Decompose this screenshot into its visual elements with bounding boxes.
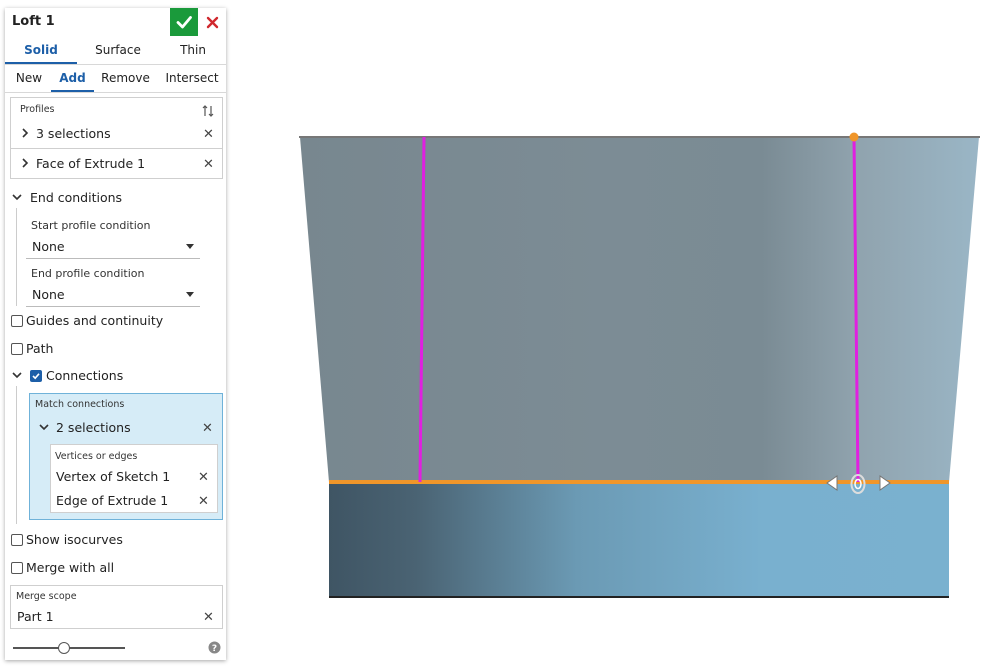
extrude-body[interactable] [329,482,949,597]
tab-add[interactable]: Add [51,66,94,92]
end-conditions-heading[interactable]: End conditions [30,190,122,205]
chevron-down-icon[interactable] [11,192,23,202]
svg-text:?: ? [212,644,217,654]
tab-thin[interactable]: Thin [159,38,227,64]
close-icon [206,16,218,28]
match-connections-label: Match connections [35,399,125,410]
section-indent-line [16,386,17,524]
tab-surface[interactable]: Surface [81,38,155,64]
show-isocurves-label: Show isocurves [26,532,123,547]
connection-selection-label: 2 selections [56,420,131,435]
3d-viewport[interactable] [230,0,994,669]
remove-profile-icon[interactable]: ✕ [203,128,214,141]
operation-type-tabs: New Add Remove Intersect [5,66,226,93]
confirm-button[interactable] [170,8,198,36]
connection-vertex[interactable] [849,132,859,142]
profiles-field[interactable]: Profiles 3 selections ✕ Face of Extrude … [10,97,223,179]
loft-preview-face[interactable] [300,137,979,482]
tab-new[interactable]: New [9,66,49,92]
chevron-down-icon[interactable] [38,422,50,432]
start-condition-label: Start profile condition [31,219,151,232]
match-connections-field[interactable]: Match connections 2 selections ✕ Vertice… [29,393,223,520]
end-condition-value: None [32,287,65,302]
profiles-label: Profiles [20,104,55,115]
checkmark-icon [32,373,40,380]
creation-type-tabs: Solid Surface Thin [5,38,226,65]
end-condition-label: End profile condition [31,267,145,280]
dialog-header: Loft 1 [5,8,226,37]
remove-connection-icon[interactable]: ✕ [202,422,213,435]
connections-checkbox[interactable] [30,370,42,382]
path-checkbox[interactable] [11,343,23,355]
start-condition-dropdown[interactable] [26,258,200,259]
show-isocurves-checkbox[interactable] [11,534,23,546]
slider-thumb[interactable] [58,642,70,654]
guides-checkbox[interactable] [11,315,23,327]
merge-scope-label: Merge scope [16,591,77,602]
guides-label: Guides and continuity [26,313,164,328]
help-icon[interactable]: ? [208,641,221,654]
end-condition-dropdown[interactable] [26,306,200,307]
merge-with-all-label: Merge with all [26,560,115,575]
tab-remove[interactable]: Remove [97,66,154,92]
profile-face-label: Face of Extrude 1 [36,156,146,171]
tab-intersect[interactable]: Intersect [161,66,223,92]
path-label: Path [26,341,54,356]
dialog-title: Loft 1 [12,14,55,29]
preview-slider[interactable] [13,640,125,656]
edge-selection-label: Edge of Extrude 1 [56,493,169,508]
profile-selection-label: 3 selections [36,126,111,141]
remove-merge-scope-icon[interactable]: ✕ [203,611,214,624]
section-indent-line [16,208,17,306]
merge-with-all-checkbox[interactable] [11,562,23,574]
remove-edge-icon[interactable]: ✕ [198,495,209,508]
remove-profile-icon[interactable]: ✕ [203,158,214,171]
chevron-right-icon[interactable] [20,157,30,169]
merge-scope-value: Part 1 [17,609,54,624]
remove-vertex-icon[interactable]: ✕ [198,471,209,484]
chevron-down-icon[interactable] [11,370,23,380]
dropdown-caret-icon[interactable] [186,292,194,297]
vertices-or-edges-label: Vertices or edges [55,451,138,462]
dropdown-caret-icon[interactable] [186,244,194,249]
merge-scope-field[interactable]: Merge scope Part 1 ✕ [10,585,223,629]
vertices-or-edges-field[interactable]: Vertices or edges Vertex of Sketch 1 ✕ E… [50,444,218,513]
start-condition-value: None [32,239,65,254]
connections-label: Connections [46,368,124,383]
reorder-icon[interactable] [201,104,215,118]
loft-feature-dialog: Loft 1 Solid Surface Thin New Add Remove… [5,8,226,660]
cancel-button[interactable] [202,8,222,36]
vertex-selection-label: Vertex of Sketch 1 [56,469,171,484]
checkmark-icon [176,16,192,29]
tab-solid[interactable]: Solid [5,38,77,64]
chevron-right-icon[interactable] [20,127,30,139]
